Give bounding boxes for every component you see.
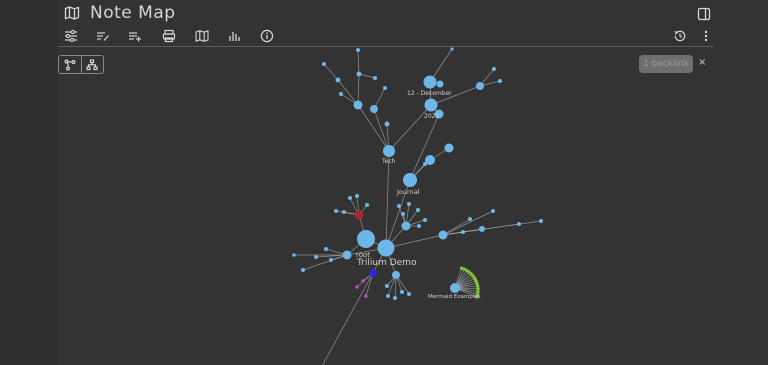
graph-link <box>357 49 360 75</box>
graph-node[interactable] <box>423 75 437 89</box>
graph-node[interactable] <box>354 210 364 220</box>
graph-node[interactable] <box>348 196 352 200</box>
graph-node[interactable] <box>353 100 363 110</box>
graph-node[interactable] <box>461 230 465 234</box>
graph-node[interactable] <box>407 292 411 296</box>
graph-node[interactable] <box>498 79 502 83</box>
graph-node[interactable] <box>373 76 377 80</box>
graph-node[interactable] <box>383 145 395 157</box>
graph-node[interactable] <box>322 62 326 66</box>
graph-node[interactable] <box>401 212 405 216</box>
graph-node[interactable] <box>339 92 343 96</box>
graph-node[interactable] <box>334 209 338 213</box>
node-label-root: root <box>356 251 370 259</box>
graph-node[interactable] <box>468 217 472 221</box>
graph-node[interactable] <box>407 202 411 206</box>
graph-node[interactable] <box>539 219 543 223</box>
graph-node[interactable] <box>370 105 378 113</box>
graph-node[interactable] <box>335 77 341 83</box>
link-map-icon[interactable] <box>59 56 81 73</box>
map-icon <box>64 5 80 21</box>
graph-node[interactable] <box>401 221 411 231</box>
graph-node[interactable] <box>436 80 444 88</box>
graph-node[interactable] <box>450 283 460 293</box>
graph-node[interactable] <box>356 48 360 52</box>
graph-link <box>322 272 374 365</box>
node-label-trilium-demo: Trilium Demo <box>356 258 417 268</box>
graph-link <box>302 254 348 271</box>
more-menu-icon[interactable] <box>698 28 714 44</box>
graph-node[interactable] <box>417 224 421 228</box>
graph-node[interactable] <box>355 194 359 198</box>
graph-node[interactable] <box>386 294 390 298</box>
graph-node[interactable] <box>329 258 333 262</box>
graph-node[interactable] <box>438 230 448 240</box>
graph-link <box>385 234 444 249</box>
note-title[interactable]: Note Map <box>90 1 176 25</box>
map-type-switcher <box>58 55 104 74</box>
graph-node[interactable] <box>364 294 368 298</box>
graph-node[interactable] <box>491 209 495 213</box>
graph-node[interactable] <box>314 255 318 259</box>
settings-sliders-icon[interactable] <box>63 28 79 44</box>
graph-link <box>385 150 390 249</box>
graph-link <box>409 113 440 181</box>
graph-node[interactable] <box>361 279 365 283</box>
tree-map-icon[interactable] <box>80 56 104 73</box>
graph-node[interactable] <box>383 86 387 90</box>
graph-node[interactable] <box>342 210 346 214</box>
graph-node[interactable] <box>385 284 389 288</box>
graph-node[interactable] <box>384 121 390 127</box>
graph-node[interactable] <box>324 247 328 251</box>
graph-node[interactable] <box>369 269 377 277</box>
edit-list-icon[interactable] <box>95 28 111 44</box>
graph-node[interactable] <box>423 162 427 166</box>
graph-node[interactable] <box>400 290 404 294</box>
graph-nodes <box>292 47 543 300</box>
graph-node[interactable] <box>479 226 485 232</box>
node-label-tech: Tech <box>381 158 396 165</box>
graph-node[interactable] <box>444 143 454 153</box>
graph-node[interactable] <box>357 230 375 248</box>
graph-link <box>388 104 432 152</box>
graph-node[interactable] <box>476 82 484 90</box>
close-backlinks-icon[interactable]: × <box>698 57 706 69</box>
graph-node[interactable] <box>355 285 359 289</box>
graph-node[interactable] <box>492 67 496 71</box>
info-icon[interactable] <box>259 28 275 44</box>
graph-node[interactable] <box>450 47 454 51</box>
graph-link <box>357 73 360 106</box>
graph-node[interactable] <box>517 222 521 226</box>
node-label-year: 2021 <box>424 113 439 120</box>
stats-icon[interactable] <box>226 28 242 44</box>
toggle-right-pane-icon[interactable] <box>697 6 711 21</box>
history-icon[interactable] <box>672 28 688 44</box>
graph-node[interactable] <box>356 71 362 77</box>
graph-node[interactable] <box>403 173 417 187</box>
graph-link <box>323 63 339 81</box>
graph-node[interactable] <box>393 296 397 300</box>
title-bar: Note Map <box>58 0 714 26</box>
graph-node[interactable] <box>392 271 400 279</box>
print-icon[interactable] <box>161 28 177 44</box>
node-label-december: 12 - December <box>407 90 452 97</box>
map-icon[interactable] <box>194 28 210 44</box>
graph-node[interactable] <box>424 98 438 112</box>
node-label-mermaid-examples: Mermaid Examples <box>428 294 481 300</box>
add-to-list-icon[interactable] <box>127 28 143 44</box>
graph-node[interactable] <box>365 203 369 207</box>
note-toolbar <box>58 27 714 47</box>
graph-node[interactable] <box>397 204 401 208</box>
graph-node[interactable] <box>416 208 420 212</box>
graph-node[interactable] <box>301 268 305 272</box>
node-label-journal: Journal <box>396 188 420 196</box>
graph-node[interactable] <box>423 218 427 222</box>
graph-link <box>373 108 390 152</box>
graph-node[interactable] <box>292 253 296 257</box>
graph-node[interactable] <box>342 250 352 260</box>
graph-node[interactable] <box>377 239 395 257</box>
backlinks-badge[interactable]: 1 backlink <box>639 55 693 73</box>
